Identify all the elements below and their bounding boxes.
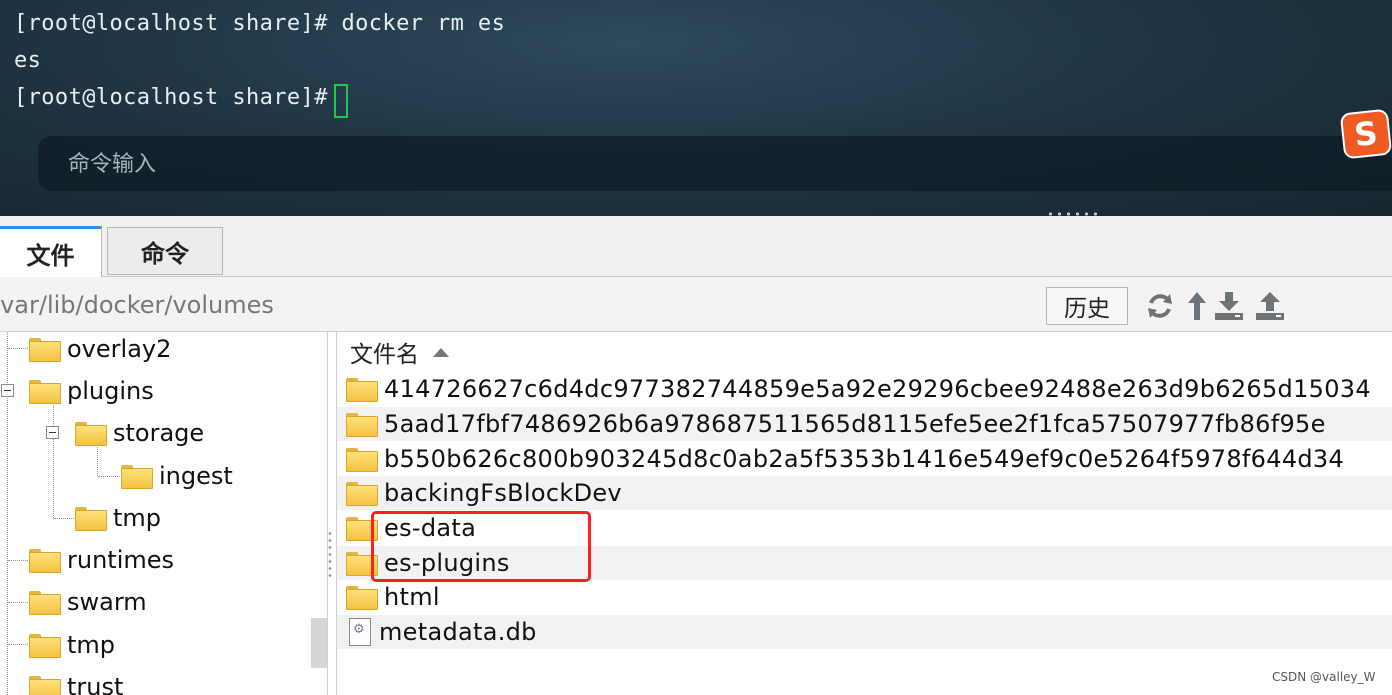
file-name: 414726627c6d4dc977382744859e5a92e29296cb… — [384, 375, 1371, 403]
folder-icon — [346, 482, 378, 506]
tree-guide-line — [53, 398, 54, 518]
tree-item-label: plugins — [67, 377, 154, 405]
tree-guide-line — [8, 644, 28, 645]
tree-guide-line — [8, 602, 28, 603]
tree-item[interactable]: ingest — [121, 459, 233, 493]
folder-icon — [75, 507, 107, 531]
tree-item[interactable]: tmp — [75, 501, 161, 535]
folder-icon — [346, 448, 378, 472]
folder-icon — [346, 378, 378, 402]
up-directory-icon[interactable] — [1182, 291, 1212, 321]
terminal-panel[interactable]: [root@localhost share]# docker rm es es … — [0, 0, 1392, 216]
file-name: html — [384, 583, 440, 611]
file-row[interactable]: backingFsBlockDev — [337, 476, 1392, 510]
file-row[interactable]: metadata.db — [337, 615, 1392, 649]
tree-guide-line — [8, 560, 28, 561]
terminal-cursor — [334, 84, 348, 118]
file-row[interactable]: 414726627c6d4dc977382744859e5a92e29296cb… — [337, 372, 1392, 406]
tab-bar: 文件 命令 — [0, 216, 1392, 278]
tree-item-label: tmp — [67, 631, 116, 659]
command-input-box[interactable] — [38, 136, 1392, 191]
tree-guide-line — [54, 518, 74, 519]
directory-tree[interactable]: overlay2 plugins storage ingest tmp runt… — [0, 332, 328, 695]
file-name: 5aad17fbf7486926b6a978687511565d8115efe5… — [384, 410, 1326, 438]
tree-item[interactable]: tmp — [29, 628, 115, 662]
file-row[interactable]: b550b626c800b903245d8c0ab2a5f5353b1416e5… — [337, 442, 1392, 476]
tree-item-label: swarm — [67, 588, 147, 616]
tree-item-label: runtimes — [67, 546, 175, 574]
tree-item-label: trust — [67, 673, 124, 695]
folder-icon — [121, 465, 153, 489]
folder-icon — [29, 380, 61, 404]
watermark: CSDN @valley_W — [1272, 670, 1376, 684]
collapse-toggle-icon[interactable] — [1, 384, 14, 397]
tree-item[interactable]: plugins — [29, 374, 154, 408]
tree-guide-line — [98, 476, 120, 477]
tree-item[interactable]: trust — [29, 670, 123, 695]
folder-icon — [29, 338, 61, 362]
tree-scrollbar-thumb[interactable] — [311, 618, 327, 668]
ime-badge-icon[interactable]: S — [1339, 108, 1392, 160]
folder-icon — [29, 549, 61, 573]
tree-item-label: overlay2 — [67, 335, 172, 363]
pane-splitter-handle[interactable] — [328, 530, 332, 580]
tab-commands[interactable]: 命令 — [107, 227, 223, 275]
tree-item[interactable]: overlay2 — [29, 332, 171, 366]
folder-icon — [29, 634, 61, 658]
tree-item-label: ingest — [159, 462, 233, 490]
database-file-icon — [349, 618, 371, 646]
path-bar: 历史 — [0, 277, 1392, 332]
sort-ascending-icon — [433, 347, 449, 357]
folder-icon — [346, 413, 378, 437]
terminal-line: [root@localhost share]# docker rm es — [14, 11, 506, 36]
folder-icon — [75, 422, 107, 446]
highlight-annotation — [371, 511, 591, 582]
command-input[interactable] — [68, 148, 568, 180]
tree-item[interactable]: swarm — [29, 585, 147, 619]
column-header-filename[interactable]: 文件名 — [337, 332, 1392, 372]
tree-item-label: storage — [113, 419, 205, 447]
terminal-line: [root@localhost share]# — [14, 85, 342, 110]
tree-guide-line — [8, 348, 28, 349]
collapse-toggle-icon[interactable] — [46, 426, 59, 439]
path-input[interactable] — [0, 287, 692, 323]
folder-icon — [29, 676, 61, 695]
tab-files[interactable]: 文件 — [0, 226, 102, 278]
terminal-line: es — [14, 48, 42, 73]
file-row[interactable]: 5aad17fbf7486926b6a978687511565d8115efe5… — [337, 407, 1392, 441]
file-name: metadata.db — [379, 618, 537, 646]
column-header-label: 文件名 — [350, 342, 419, 368]
tree-item-label: tmp — [113, 504, 162, 532]
file-name: b550b626c800b903245d8c0ab2a5f5353b1416e5… — [384, 445, 1345, 473]
history-button[interactable]: 历史 — [1046, 287, 1128, 325]
folder-icon — [29, 591, 61, 615]
tree-item[interactable]: storage — [75, 416, 204, 450]
file-row[interactable]: html — [337, 580, 1392, 614]
folder-icon — [346, 586, 378, 610]
refresh-icon[interactable] — [1145, 291, 1175, 321]
download-icon[interactable] — [1214, 291, 1244, 321]
tree-item[interactable]: runtimes — [29, 543, 174, 577]
upload-icon[interactable] — [1255, 291, 1285, 321]
file-name: backingFsBlockDev — [384, 479, 622, 507]
